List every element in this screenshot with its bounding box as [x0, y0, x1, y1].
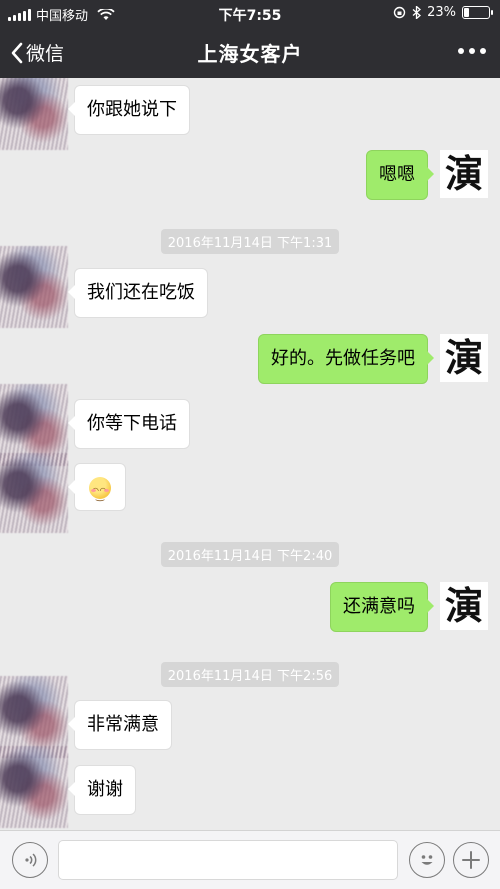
- input-bar: [0, 830, 500, 889]
- contact-avatar[interactable]: [0, 746, 68, 828]
- my-avatar[interactable]: 演: [440, 582, 488, 630]
- nav-bar: 微信 上海女客户: [0, 26, 500, 78]
- battery-icon: [462, 6, 493, 19]
- timestamp: 2016年11月14日 下午2:40: [0, 542, 500, 567]
- top-bar: 中国移动 下午7:55 23% 微信 上海女客户: [0, 0, 500, 78]
- add-button[interactable]: [453, 842, 489, 878]
- message-bubble-incoming[interactable]: 非常满意: [68, 700, 172, 750]
- emoji-icon: [421, 855, 433, 865]
- status-bar: 中国移动 下午7:55 23%: [0, 0, 500, 26]
- message-bubble-incoming[interactable]: 你跟她说下: [68, 85, 190, 135]
- plus-icon: [462, 851, 480, 869]
- timestamp: 2016年11月14日 下午1:31: [0, 229, 500, 254]
- contact-avatar[interactable]: [0, 78, 68, 150]
- dot-icon: [469, 48, 475, 54]
- emoji-button[interactable]: [409, 842, 445, 878]
- voice-button[interactable]: [12, 842, 48, 878]
- contact-avatar[interactable]: [0, 246, 68, 328]
- dot-icon: [458, 48, 464, 54]
- message-bubble-incoming[interactable]: 谢谢: [68, 765, 136, 815]
- more-options-button[interactable]: [458, 48, 486, 54]
- message-bubble-incoming[interactable]: [68, 463, 126, 511]
- message-bubble-outgoing[interactable]: 好的。先做任务吧: [258, 334, 434, 384]
- my-avatar[interactable]: 演: [440, 334, 488, 382]
- message-bubble-incoming[interactable]: 你等下电话: [68, 399, 190, 449]
- voice-icon: [25, 853, 37, 867]
- status-right: 23%: [393, 5, 493, 20]
- my-avatar[interactable]: 演: [440, 150, 488, 198]
- rotation-lock-icon: [393, 6, 406, 19]
- dot-icon: [480, 48, 486, 54]
- contact-avatar[interactable]: [0, 453, 68, 533]
- message-input[interactable]: [58, 840, 398, 880]
- bluetooth-icon: [412, 6, 422, 19]
- message-bubble-outgoing[interactable]: 还满意吗: [330, 582, 434, 632]
- battery-percent: 23%: [427, 5, 456, 20]
- message-bubble-outgoing[interactable]: 嗯嗯: [366, 150, 434, 200]
- timestamp: 2016年11月14日 下午2:56: [0, 662, 500, 687]
- smile-emoji-icon: [89, 477, 111, 509]
- chat-title: 上海女客户: [197, 42, 303, 66]
- chat-area[interactable]: 你跟她说下 嗯嗯 演 2016年11月14日 下午1:31 我们还在吃饭 好的。…: [0, 78, 500, 830]
- message-bubble-incoming[interactable]: 我们还在吃饭: [68, 268, 208, 318]
